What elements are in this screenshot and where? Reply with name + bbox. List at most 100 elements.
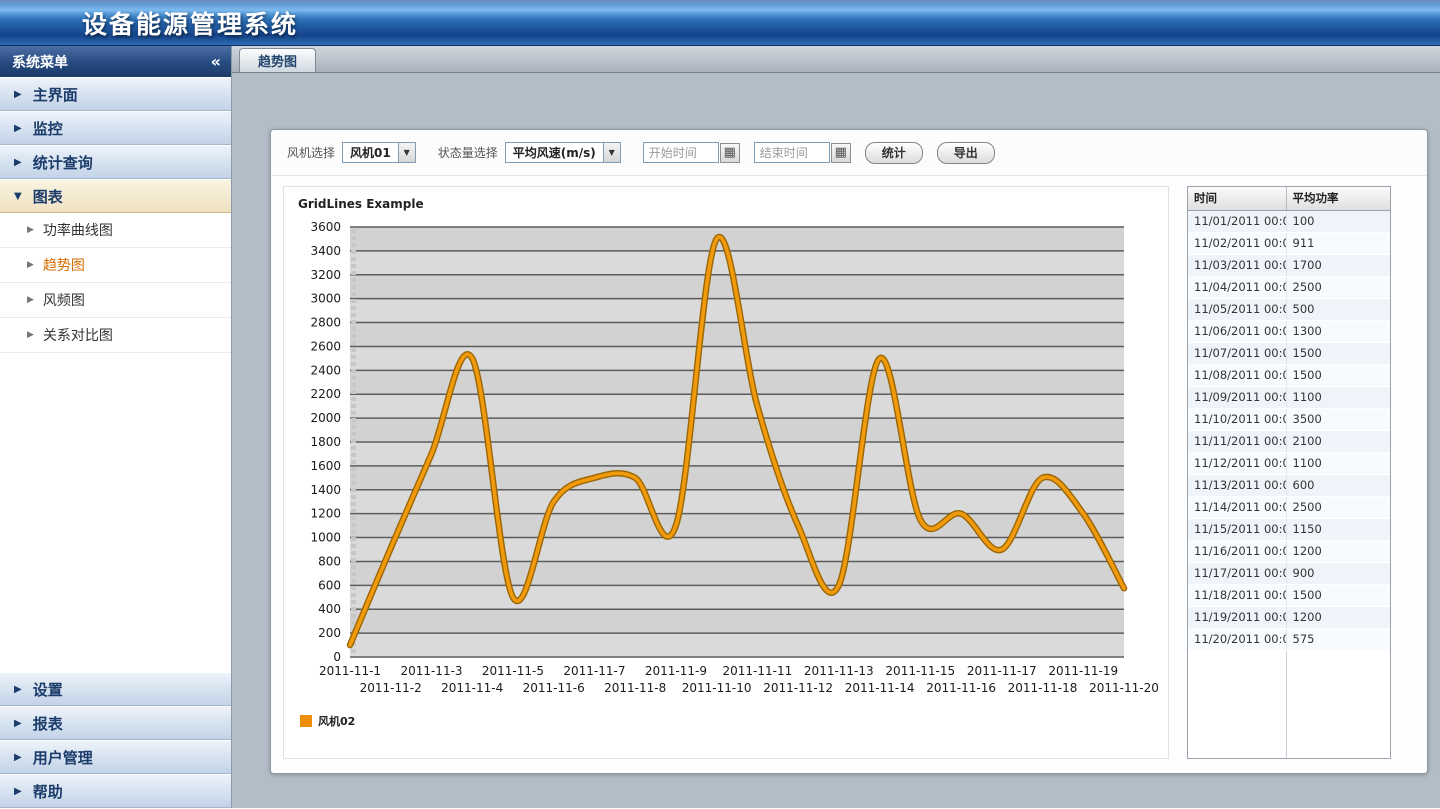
sidebar-item-stats-query[interactable]: ▶ 统计查询	[0, 145, 231, 179]
sidebar-item-label: 设置	[33, 679, 63, 700]
table-row[interactable]: 11/10/2011 00:003500	[1188, 408, 1390, 430]
svg-text:2011-11-2: 2011-11-2	[360, 681, 422, 695]
arrow-down-icon: ▼	[14, 191, 22, 202]
column-header-time[interactable]: 时间	[1188, 187, 1286, 210]
chart-legend: 风机02	[300, 713, 1164, 729]
svg-text:200: 200	[318, 626, 341, 640]
svg-text:2400: 2400	[310, 363, 341, 377]
sidebar-subitem-wind-frequency[interactable]: ▶ 风频图	[0, 283, 231, 318]
sidebar-title: 系统菜单	[12, 52, 68, 72]
sidebar-collapse-icon[interactable]: «	[211, 54, 221, 70]
svg-text:3200: 3200	[310, 268, 341, 282]
cell-power: 600	[1286, 474, 1390, 496]
svg-text:2011-11-7: 2011-11-7	[563, 664, 625, 678]
cell-power: 1500	[1286, 342, 1390, 364]
sidebar: 系统菜单 « ▶ 主界面 ▶ 监控 ▶ 统计查询 ▼ 图表 ▶ 功率曲线图 ▶ …	[0, 46, 232, 808]
status-select-combo[interactable]: 平均风速(m/s) ▼	[505, 142, 621, 163]
trend-panel: 风机选择 风机01 ▼ 状态量选择 平均风速(m/s) ▼ ▦ ▦ 统计	[270, 129, 1428, 774]
table-row[interactable]: 11/08/2011 00:001500	[1188, 364, 1390, 386]
calendar-icon[interactable]: ▦	[720, 143, 740, 163]
sidebar-item-monitor[interactable]: ▶ 监控	[0, 111, 231, 145]
chart-toolbar: 风机选择 风机01 ▼ 状态量选择 平均风速(m/s) ▼ ▦ ▦ 统计	[271, 130, 1427, 176]
cell-power: 500	[1286, 298, 1390, 320]
table-row[interactable]: 11/18/2011 00:001500	[1188, 584, 1390, 606]
cell-time: 11/20/2011 00:00	[1188, 628, 1286, 650]
cell-time: 11/17/2011 00:00	[1188, 562, 1286, 584]
table-row[interactable]: 11/01/2011 00:00100	[1188, 210, 1390, 232]
fan-select-combo[interactable]: 风机01 ▼	[342, 142, 416, 163]
fan-select-value: 风机01	[343, 143, 398, 162]
cell-time: 11/13/2011 00:00	[1188, 474, 1286, 496]
table-row[interactable]: 11/03/2011 00:001700	[1188, 254, 1390, 276]
sidebar-item-main[interactable]: ▶ 主界面	[0, 77, 231, 111]
status-select-value: 平均风速(m/s)	[506, 143, 603, 162]
export-button[interactable]: 导出	[937, 142, 995, 164]
cell-time: 11/11/2011 00:00	[1188, 430, 1286, 452]
table-row[interactable]: 11/15/2011 00:001150	[1188, 518, 1390, 540]
arrow-right-icon: ▶	[14, 752, 22, 763]
sidebar-item-reports[interactable]: ▶ 报表	[0, 706, 231, 740]
svg-text:2011-11-9: 2011-11-9	[645, 664, 707, 678]
sidebar-item-user-management[interactable]: ▶ 用户管理	[0, 740, 231, 774]
stat-button[interactable]: 统计	[865, 142, 923, 164]
table-row[interactable]: 11/12/2011 00:001100	[1188, 452, 1390, 474]
cell-time: 11/03/2011 00:00	[1188, 254, 1286, 276]
calendar-icon[interactable]: ▦	[831, 143, 851, 163]
table-row[interactable]: 11/07/2011 00:001500	[1188, 342, 1390, 364]
sidebar-item-settings[interactable]: ▶ 设置	[0, 672, 231, 706]
table-row[interactable]: 11/02/2011 00:00911	[1188, 232, 1390, 254]
table-row[interactable]: 11/14/2011 00:002500	[1188, 496, 1390, 518]
table-row[interactable]: 11/20/2011 00:00575	[1188, 628, 1390, 650]
svg-text:2011-11-4: 2011-11-4	[441, 681, 503, 695]
svg-text:2200: 2200	[310, 387, 341, 401]
svg-text:2011-11-12: 2011-11-12	[763, 681, 833, 695]
main-area: 趋势图 风机选择 风机01 ▼ 状态量选择 平均风速(m/s) ▼	[232, 46, 1440, 808]
cell-power: 1100	[1286, 386, 1390, 408]
table-row[interactable]: 11/16/2011 00:001200	[1188, 540, 1390, 562]
sidebar-item-label: 用户管理	[33, 747, 93, 768]
sidebar-subitem-power-curve[interactable]: ▶ 功率曲线图	[0, 213, 231, 248]
column-header-power[interactable]: 平均功率	[1286, 187, 1390, 210]
chevron-down-icon[interactable]: ▼	[398, 143, 415, 162]
svg-text:2011-11-16: 2011-11-16	[926, 681, 996, 695]
table-row[interactable]: 11/06/2011 00:001300	[1188, 320, 1390, 342]
cell-power: 1500	[1286, 584, 1390, 606]
sidebar-item-label: 报表	[33, 713, 63, 734]
arrow-right-icon: ▶	[14, 718, 22, 729]
table-row[interactable]: 11/17/2011 00:00900	[1188, 562, 1390, 584]
cell-time: 11/07/2011 00:00	[1188, 342, 1286, 364]
sidebar-item-help[interactable]: ▶ 帮助	[0, 774, 231, 808]
svg-text:2011-11-15: 2011-11-15	[885, 664, 955, 678]
end-time-input[interactable]	[754, 142, 830, 163]
svg-text:3400: 3400	[310, 244, 341, 258]
table-row[interactable]: 11/19/2011 00:001200	[1188, 606, 1390, 628]
table-row[interactable]: 11/13/2011 00:00600	[1188, 474, 1390, 496]
svg-text:2011-11-3: 2011-11-3	[400, 664, 462, 678]
table-row[interactable]: 11/05/2011 00:00500	[1188, 298, 1390, 320]
svg-text:1600: 1600	[310, 459, 341, 473]
table-row[interactable]: 11/04/2011 00:002500	[1188, 276, 1390, 298]
sidebar-item-charts[interactable]: ▼ 图表	[0, 179, 231, 213]
svg-text:2011-11-17: 2011-11-17	[967, 664, 1037, 678]
sidebar-subitem-trend[interactable]: ▶ 趋势图	[0, 248, 231, 283]
cell-time: 11/09/2011 00:00	[1188, 386, 1286, 408]
table-header-row: 时间 平均功率	[1188, 187, 1390, 210]
sidebar-header: 系统菜单 «	[0, 46, 231, 77]
svg-text:2011-11-18: 2011-11-18	[1008, 681, 1078, 695]
chevron-down-icon[interactable]: ▼	[603, 143, 620, 162]
sidebar-subitem-relation-compare[interactable]: ▶ 关系对比图	[0, 318, 231, 353]
svg-text:2011-11-8: 2011-11-8	[604, 681, 666, 695]
table-row[interactable]: 11/11/2011 00:002100	[1188, 430, 1390, 452]
cell-power: 575	[1286, 628, 1390, 650]
cell-time: 11/19/2011 00:00	[1188, 606, 1286, 628]
tab-trend-chart[interactable]: 趋势图	[239, 48, 316, 72]
svg-text:2011-11-5: 2011-11-5	[482, 664, 544, 678]
panel-body: GridLines Example 0200400600800100012001…	[271, 176, 1427, 773]
trend-chart-svg: 0200400600800100012001400160018002000220…	[294, 219, 1164, 705]
arrow-right-icon: ▶	[14, 786, 22, 797]
data-table-card: 时间 平均功率 11/01/2011 00:0010011/02/2011 00…	[1187, 186, 1391, 759]
start-time-input[interactable]	[643, 142, 719, 163]
table-row[interactable]: 11/09/2011 00:001100	[1188, 386, 1390, 408]
cell-power: 1200	[1286, 540, 1390, 562]
cell-power: 1150	[1286, 518, 1390, 540]
